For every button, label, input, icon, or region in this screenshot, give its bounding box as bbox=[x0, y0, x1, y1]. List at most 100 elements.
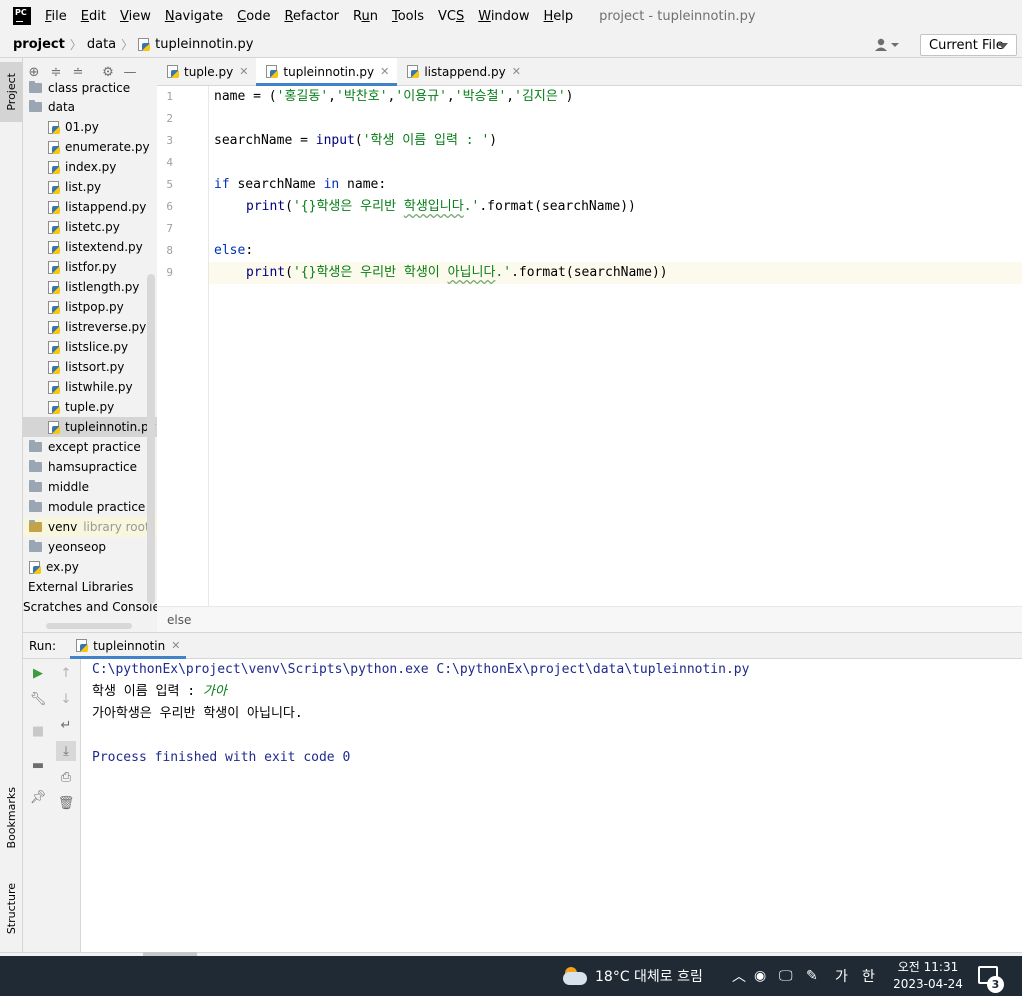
wrench-icon[interactable]: 🔧︎ bbox=[28, 689, 48, 709]
tree-folder-data[interactable]: data bbox=[23, 97, 157, 117]
run-toolbar-secondary: ↑ ↓ ↵ ⤓ ⎙ 🗑︎ bbox=[51, 659, 81, 952]
scroll-to-end-icon[interactable]: ⤓ bbox=[56, 741, 76, 761]
tree-file[interactable]: index.py bbox=[23, 157, 157, 177]
run-tab-tupleinnotin[interactable]: tupleinnotin ✕ bbox=[70, 632, 187, 659]
menu-refactor[interactable]: Refactor bbox=[284, 9, 339, 24]
tree-label: listsort.py bbox=[65, 360, 125, 374]
menu-vcs[interactable]: VCS bbox=[438, 9, 464, 24]
line-number: 1 bbox=[166, 90, 173, 103]
tab-tuple[interactable]: tuple.py ✕ bbox=[157, 58, 256, 85]
close-icon[interactable]: ✕ bbox=[171, 639, 180, 652]
tree-file[interactable]: tuple.py bbox=[23, 397, 157, 417]
tree-file[interactable]: listlength.py bbox=[23, 277, 157, 297]
breadcrumb-file[interactable]: tupleinnotin.py bbox=[155, 37, 253, 52]
code-breadcrumb-else[interactable]: else bbox=[167, 613, 191, 627]
tree-file[interactable]: 01.py bbox=[23, 117, 157, 137]
tree-file[interactable]: listfor.py bbox=[23, 257, 157, 277]
pin-icon[interactable]: 📌︎ bbox=[28, 787, 48, 807]
network-icon[interactable]: 🖵︎ bbox=[779, 956, 793, 996]
print-icon[interactable]: ⎙ bbox=[56, 767, 76, 787]
project-hscrollbar[interactable] bbox=[46, 623, 132, 629]
tree-folder[interactable]: hamsupractice bbox=[23, 457, 157, 477]
user-button[interactable] bbox=[874, 36, 904, 54]
tree-file[interactable]: listwhile.py bbox=[23, 377, 157, 397]
menu-edit[interactable]: Edit bbox=[81, 9, 106, 24]
weather-cloud-icon bbox=[563, 967, 587, 985]
tree-file[interactable]: listextend.py bbox=[23, 237, 157, 257]
run-console[interactable]: C:\pythonEx\project\venv\Scripts\python.… bbox=[81, 659, 1022, 952]
trash-icon[interactable]: 🗑︎ bbox=[56, 793, 76, 813]
tree-file[interactable]: list.py bbox=[23, 177, 157, 197]
folder-icon bbox=[29, 480, 42, 492]
close-icon[interactable]: ✕ bbox=[380, 65, 389, 78]
tree-file[interactable]: listetc.py bbox=[23, 217, 157, 237]
rerun-icon[interactable]: ▶ bbox=[28, 663, 48, 683]
breadcrumb-data[interactable]: data bbox=[87, 37, 116, 52]
tree-file[interactable]: enumerate.py bbox=[23, 137, 157, 157]
tool-tab-structure[interactable]: Structure bbox=[0, 874, 23, 944]
menu-help[interactable]: Help bbox=[544, 9, 574, 24]
menu-view[interactable]: View bbox=[120, 9, 151, 24]
line-number: 2 bbox=[166, 112, 173, 125]
close-icon[interactable]: ✕ bbox=[239, 65, 248, 78]
line-number: 6 bbox=[166, 200, 173, 213]
tree-folder[interactable]: middle bbox=[23, 477, 157, 497]
taskbar-clock[interactable]: 오전 11:31 2023-04-24 bbox=[892, 959, 964, 993]
ime-hangul[interactable]: 한 bbox=[862, 956, 875, 996]
menu-bar: PC File Edit View Navigate Code Refactor… bbox=[0, 0, 1022, 32]
tab-tupleinnotin[interactable]: tupleinnotin.py ✕ bbox=[256, 58, 398, 86]
chevron-up-icon[interactable]: ︿ bbox=[732, 956, 746, 996]
tree-folder-venv[interactable]: venv library root bbox=[23, 517, 157, 537]
folder-icon bbox=[29, 460, 42, 472]
code-editor[interactable]: name = ('홍길동','박찬호','이용규','박승철','김지은') s… bbox=[209, 86, 1022, 606]
tab-listappend[interactable]: listappend.py ✕ bbox=[397, 58, 529, 85]
tree-file-selected[interactable]: tupleinnotin.py bbox=[23, 417, 157, 437]
tree-folder[interactable]: yeonseop bbox=[23, 537, 157, 557]
clock-date: 2023-04-24 bbox=[893, 977, 963, 991]
run-config-dropdown[interactable]: Current File bbox=[920, 34, 1017, 56]
weather-widget[interactable]: 18°C 대체로 흐림 bbox=[563, 956, 703, 996]
python-file-icon bbox=[48, 400, 61, 414]
python-file-icon bbox=[48, 360, 61, 374]
pen-icon[interactable]: ✎ bbox=[806, 956, 818, 996]
menu-navigate[interactable]: Navigate bbox=[165, 9, 223, 24]
menu-window[interactable]: Window bbox=[478, 9, 529, 24]
tree-file[interactable]: listreverse.py bbox=[23, 317, 157, 337]
tree-folder-class-practice[interactable]: class practice bbox=[23, 79, 157, 97]
ime-mode[interactable]: 가 bbox=[835, 956, 848, 996]
close-icon[interactable]: ✕ bbox=[512, 65, 521, 78]
tree-file[interactable]: listappend.py bbox=[23, 197, 157, 217]
tree-scratches[interactable]: Scratches and Consoles bbox=[23, 597, 157, 617]
user-icon bbox=[875, 38, 899, 51]
tab-label: tuple.py bbox=[184, 64, 234, 79]
tree-label: ex.py bbox=[46, 560, 79, 574]
tool-tab-bookmarks[interactable]: Bookmarks bbox=[0, 778, 23, 858]
record-icon[interactable]: ◉ bbox=[754, 956, 766, 996]
layout-icon[interactable]: ▬ bbox=[28, 755, 48, 775]
menu-tools[interactable]: Tools bbox=[392, 9, 424, 24]
tree-file[interactable]: listslice.py bbox=[23, 337, 157, 357]
menu-file[interactable]: File bbox=[45, 9, 67, 24]
arrow-down-icon[interactable]: ↓ bbox=[56, 689, 76, 709]
arrow-up-icon[interactable]: ↑ bbox=[56, 663, 76, 683]
soft-wrap-icon[interactable]: ↵ bbox=[56, 715, 76, 735]
tree-external-libraries[interactable]: External Libraries bbox=[23, 577, 157, 597]
tree-folder[interactable]: except practice bbox=[23, 437, 157, 457]
pycharm-logo-icon: PC bbox=[13, 7, 31, 25]
breadcrumb-project[interactable]: project bbox=[13, 37, 65, 52]
line-number: 3 bbox=[166, 134, 173, 147]
python-file-icon bbox=[48, 240, 61, 254]
tool-tab-project[interactable]: Project bbox=[0, 62, 23, 122]
menu-code[interactable]: Code bbox=[237, 9, 270, 24]
tree-file[interactable]: listpop.py bbox=[23, 297, 157, 317]
run-label: Run: bbox=[29, 638, 57, 653]
project-scrollbar[interactable] bbox=[147, 274, 155, 604]
tree-file[interactable]: ex.py bbox=[23, 557, 157, 577]
menu-run[interactable]: Run bbox=[353, 9, 378, 24]
line-number: 8 bbox=[166, 244, 173, 257]
code-breadcrumb-bar[interactable]: else bbox=[157, 606, 1022, 632]
stop-icon[interactable]: ■ bbox=[28, 721, 48, 741]
tree-folder[interactable]: module practice bbox=[23, 497, 157, 517]
chevron-right-icon: 〉 bbox=[69, 38, 82, 52]
tree-file[interactable]: listsort.py bbox=[23, 357, 157, 377]
